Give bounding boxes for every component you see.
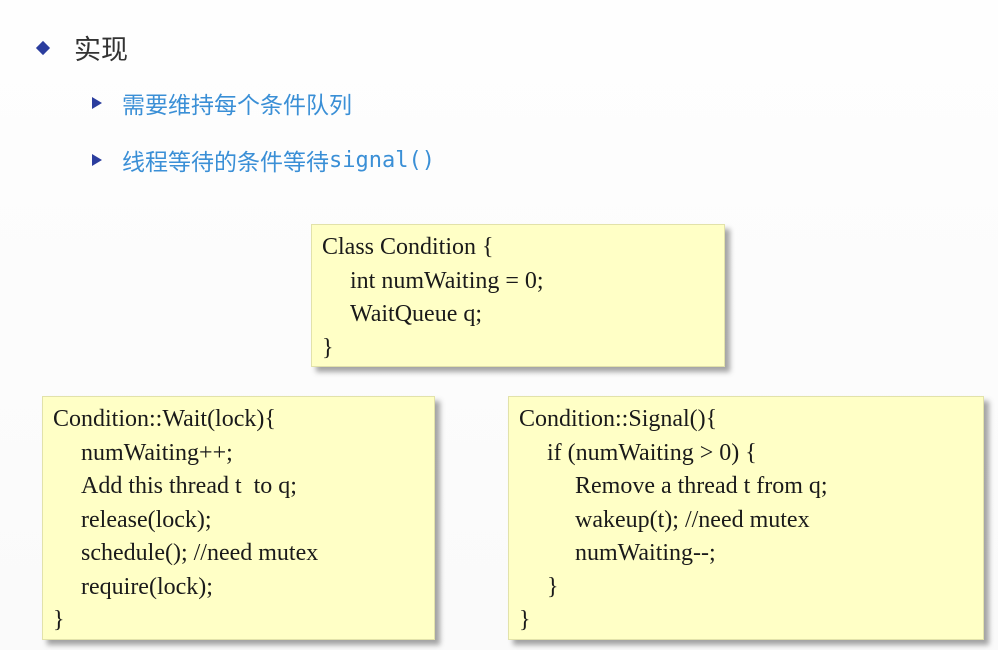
main-bullet-text: 实现 [74, 35, 128, 66]
code-line: require(lock); [81, 573, 213, 600]
code-line: numWaiting++; [81, 439, 233, 466]
code-line: numWaiting--; [575, 540, 716, 566]
code-line: } [547, 573, 559, 600]
code-line: WaitQueue q; [350, 301, 483, 327]
arrow-bullet-icon [92, 154, 102, 166]
code-line: } [53, 607, 65, 633]
code-line: Class Condition { [322, 234, 494, 260]
sub-bullet-text: 需要维持每个条件队列 [122, 93, 352, 119]
code-line: Condition::Wait(lock){ [53, 406, 276, 432]
arrow-bullet-icon [92, 97, 102, 109]
code-line: Add this thread t to q; [81, 473, 297, 499]
sub-bullet-code: signal() [329, 147, 435, 173]
diamond-bullet-icon [35, 40, 51, 55]
code-line: if (numWaiting > 0) { [547, 439, 757, 466]
main-bullet: 实现 [35, 28, 128, 67]
class-condition-box: Class Condition { int numWaiting = 0; Wa… [311, 224, 725, 367]
code-line: } [322, 334, 334, 361]
wait-function-box: Condition::Wait(lock){ numWaiting++; Add… [42, 396, 435, 640]
code-line: wakeup(t); //need mutex [575, 506, 810, 533]
code-line: release(lock); [81, 506, 212, 533]
slide: 实现 需要维持每个条件队列 线程等待的条件等待 signal() Class Co… [0, 0, 998, 650]
code-line: Condition::Signal(){ [519, 406, 718, 432]
signal-function-box: Condition::Signal(){ if (numWaiting > 0)… [508, 396, 984, 640]
code-line: int numWaiting = 0; [350, 267, 544, 294]
code-line: schedule(); //need mutex [81, 540, 319, 566]
sub-bullet-text: 线程等待的条件等待 [122, 150, 329, 176]
sub-bullet-2: 线程等待的条件等待 signal() [92, 143, 435, 177]
sub-bullet-1: 需要维持每个条件队列 [92, 86, 352, 120]
code-line: Remove a thread t from q; [575, 473, 828, 499]
code-line: } [519, 607, 531, 633]
